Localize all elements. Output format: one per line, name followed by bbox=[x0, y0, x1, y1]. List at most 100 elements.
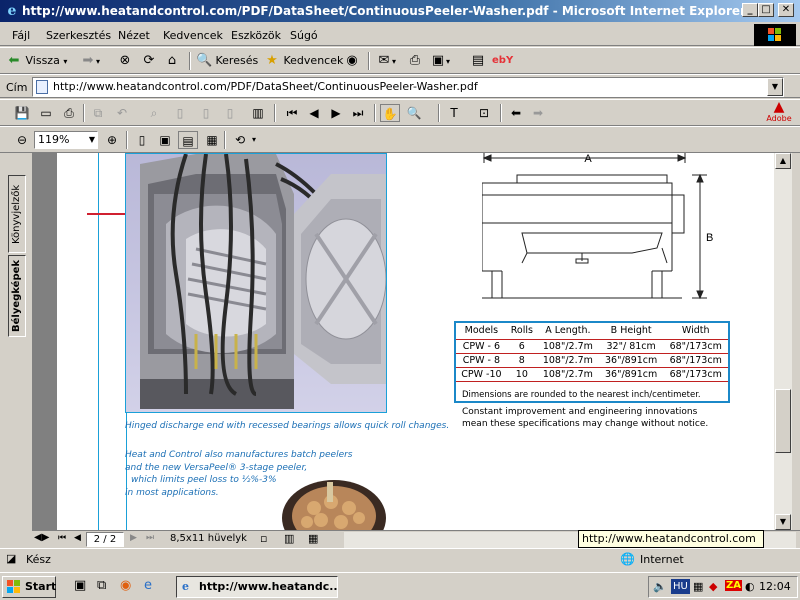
tray-app-icon[interactable]: ▦ bbox=[693, 580, 703, 593]
last-page-icon[interactable]: ⏭ bbox=[348, 104, 368, 122]
menu-tools[interactable]: Eszközök bbox=[231, 29, 281, 42]
red-accent-bar bbox=[87, 213, 125, 215]
first-page-icon[interactable]: ⏮ bbox=[58, 533, 66, 543]
graphics-select-icon[interactable]: ⊡ bbox=[474, 104, 494, 122]
table-cell: 10 bbox=[506, 366, 537, 381]
search-icon: 🔍 bbox=[196, 53, 213, 68]
search-button[interactable]: 🔍 Keresés bbox=[196, 51, 258, 71]
media-button[interactable]: ◉ bbox=[344, 51, 360, 71]
facing-icon[interactable]: ▦ bbox=[308, 532, 318, 545]
page-next-icon[interactable]: ▯ bbox=[220, 104, 240, 122]
next-page-icon[interactable]: ▶ bbox=[130, 533, 137, 543]
go-back-icon[interactable]: ⬅ bbox=[506, 104, 526, 122]
favorites-button[interactable]: ★ Kedvencek bbox=[264, 51, 343, 71]
tray-app-icon[interactable]: ◆ bbox=[709, 580, 717, 593]
rotate-view-icon[interactable]: ⟲ bbox=[230, 131, 250, 149]
table-cell: CPW - 6 bbox=[456, 338, 507, 353]
language-indicator[interactable]: HU bbox=[671, 579, 690, 594]
mail-button[interactable]: ✉ ▾ bbox=[376, 51, 396, 71]
save-icon[interactable]: ▭ bbox=[36, 104, 56, 122]
address-input[interactable]: http://www.heatandcontrol.com/PDF/DataSh… bbox=[32, 77, 784, 97]
thumbnails-tab[interactable]: Bélyegképek bbox=[8, 255, 26, 337]
fit-visible-icon[interactable]: ▦ bbox=[202, 131, 222, 149]
link-tooltip: http://www.heatandcontrol.com bbox=[578, 530, 764, 548]
scroll-down-button[interactable]: ▼ bbox=[775, 514, 791, 530]
single-page-icon[interactable]: ▫ bbox=[260, 532, 267, 545]
page-prev-icon[interactable]: ▯ bbox=[196, 104, 216, 122]
zoom-tool-icon[interactable]: 🔍 bbox=[404, 104, 424, 122]
taskbar-item-ie[interactable]: e http://www.heatandc... bbox=[176, 576, 338, 598]
ie-logo-icon: e bbox=[7, 3, 17, 19]
firefox-icon[interactable]: ◉ bbox=[120, 578, 131, 593]
tray-za-icon[interactable]: ZA bbox=[725, 580, 742, 591]
fit-width-icon[interactable]: ▤ bbox=[178, 131, 198, 149]
address-dropdown-button[interactable]: ▼ bbox=[767, 78, 783, 96]
previous-page-icon[interactable]: ◀ bbox=[304, 104, 324, 122]
menu-edit[interactable]: Szerkesztés bbox=[46, 29, 111, 42]
print-icon[interactable]: ⎙ bbox=[59, 104, 79, 122]
zoom-field[interactable]: 119% ▼ bbox=[34, 131, 98, 149]
table-cell: CPW - 8 bbox=[456, 352, 507, 367]
edit-button[interactable]: ▣ ▾ bbox=[430, 51, 450, 71]
show-pane-icon[interactable]: ▥ bbox=[248, 104, 268, 122]
close-button[interactable]: ✕ bbox=[778, 3, 794, 17]
address-bar: Cím http://www.heatandcontrol.com/PDF/Da… bbox=[0, 74, 800, 98]
forward-button[interactable]: ➡ ▾ bbox=[80, 51, 100, 71]
quicklaunch-icon[interactable]: ⧉ bbox=[97, 578, 106, 593]
discuss-button[interactable]: ▤ bbox=[470, 51, 486, 71]
split-arrow-icon[interactable]: ◀▶ bbox=[34, 532, 49, 543]
ie-icon[interactable]: e bbox=[144, 578, 152, 593]
menu-view[interactable]: Nézet bbox=[118, 29, 150, 42]
menu-help[interactable]: Súgó bbox=[290, 29, 318, 42]
page-number-field[interactable]: 2 / 2 bbox=[86, 532, 124, 547]
go-forward-icon[interactable]: ➡ bbox=[528, 104, 548, 122]
refresh-button[interactable]: ⟳ bbox=[141, 51, 157, 71]
volume-icon[interactable]: 🔈 bbox=[653, 580, 667, 593]
back-button[interactable]: ⬅ Vissza ▾ bbox=[6, 51, 68, 71]
show-desktop-icon[interactable]: ▣ bbox=[74, 578, 86, 593]
ebay-button[interactable]: ebY bbox=[492, 51, 513, 71]
vertical-scrollbar[interactable]: ▲ ▼ bbox=[774, 153, 792, 530]
menu-favorites[interactable]: Kedvencek bbox=[163, 29, 223, 42]
first-page-icon[interactable]: ⏮ bbox=[282, 104, 302, 122]
start-button[interactable]: Start bbox=[2, 576, 56, 598]
page-icon[interactable]: ▯ bbox=[170, 104, 190, 122]
text-select-icon[interactable]: T bbox=[444, 104, 464, 122]
mail-icon: ✉ bbox=[378, 53, 390, 68]
previous-page-icon[interactable]: ◀ bbox=[74, 533, 81, 543]
home-button[interactable]: ⌂ bbox=[164, 51, 180, 71]
scroll-thumb[interactable] bbox=[775, 389, 791, 453]
print-button[interactable]: ⎙ bbox=[407, 51, 423, 71]
undo-icon[interactable]: ↶ bbox=[112, 104, 132, 122]
find-icon[interactable]: ⌕ bbox=[144, 104, 164, 122]
continuous-icon[interactable]: ▥ bbox=[284, 532, 294, 545]
hand-tool-icon[interactable]: ✋ bbox=[380, 104, 400, 122]
menu-file[interactable]: Fájl bbox=[12, 29, 30, 42]
last-page-icon[interactable]: ⏭ bbox=[146, 533, 154, 543]
toolbar-separator bbox=[126, 131, 128, 149]
actual-size-icon[interactable]: ▯ bbox=[132, 131, 152, 149]
bookmarks-tab[interactable]: Könyvjelzők bbox=[8, 175, 26, 253]
stop-button[interactable]: ⊗ bbox=[117, 51, 133, 71]
toolbar-separator bbox=[500, 104, 502, 122]
search-label: Keresés bbox=[215, 54, 259, 67]
maximize-button[interactable]: □ bbox=[758, 3, 774, 17]
rotate-dropdown-icon[interactable]: ▾ bbox=[252, 135, 256, 144]
edit-icon: ▣ bbox=[431, 53, 445, 68]
toolbar-separator bbox=[83, 104, 85, 122]
document-view[interactable]: Hinged discharge end with recessed beari… bbox=[32, 153, 774, 530]
dimension-label-a: A bbox=[584, 153, 592, 165]
fit-page-icon[interactable]: ▣ bbox=[155, 131, 175, 149]
page-status-icon: ◪ bbox=[6, 552, 17, 565]
info-line: Heat and Control also manufactures batch… bbox=[125, 450, 353, 460]
copy-icon[interactable]: ⧉ bbox=[88, 104, 108, 122]
scroll-up-button[interactable]: ▲ bbox=[775, 153, 791, 169]
minimize-button[interactable]: _ bbox=[742, 3, 758, 17]
dimension-label-b: B bbox=[706, 232, 713, 244]
tray-app-icon[interactable]: ◐ bbox=[745, 580, 755, 593]
zoom-in-icon[interactable]: ⊕ bbox=[102, 131, 122, 149]
zoom-out-icon[interactable]: ⊖ bbox=[12, 131, 32, 149]
next-page-icon[interactable]: ▶ bbox=[326, 104, 346, 122]
table-header: A Length. bbox=[545, 325, 591, 337]
save-copy-icon[interactable]: 💾 bbox=[12, 104, 32, 122]
